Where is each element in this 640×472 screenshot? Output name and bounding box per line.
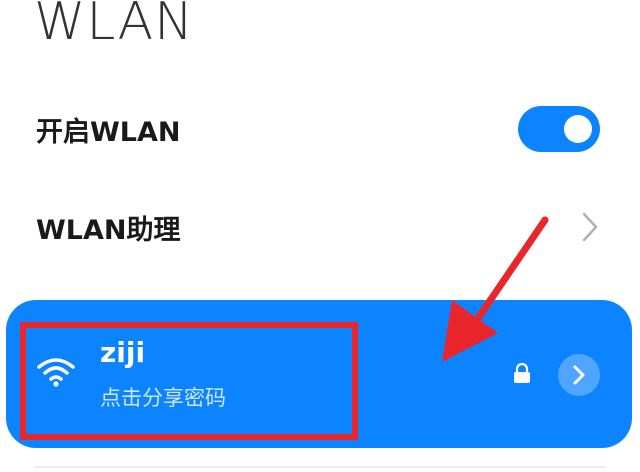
- lock-icon: [514, 362, 530, 383]
- network-details-button[interactable]: [558, 354, 600, 396]
- wlan-assistant-row[interactable]: WLAN助理: [0, 182, 640, 272]
- divider: [34, 466, 606, 468]
- wlan-toggle-row[interactable]: 开启WLAN: [0, 84, 640, 174]
- chevron-right-icon: [573, 365, 585, 385]
- toggle-knob: [564, 115, 592, 143]
- wlan-assistant-label: WLAN助理: [36, 214, 181, 246]
- annotation-highlight-box: [20, 322, 358, 440]
- wlan-toggle-switch[interactable]: [518, 106, 600, 152]
- wlan-toggle-label: 开启WLAN: [36, 116, 181, 148]
- page-title: WLAN: [34, 0, 195, 52]
- chevron-right-icon: [582, 212, 598, 242]
